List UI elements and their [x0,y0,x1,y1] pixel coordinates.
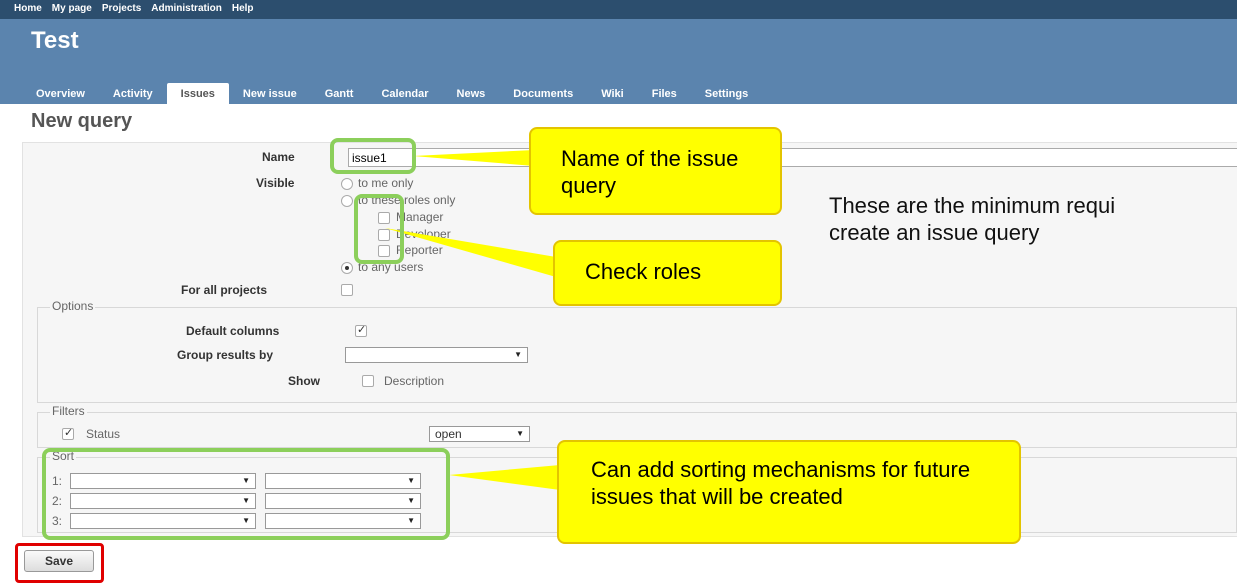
roles-callout: Check roles [553,240,782,306]
name-callout-pointer [413,150,534,166]
note-line-1: These are the minimum requi [829,193,1116,218]
sort-highlight-box [42,448,450,540]
roles-highlight-box [354,194,404,264]
minimum-requirements-note: These are the minimum requi create an is… [829,192,1115,246]
name-callout: Name of the issue query [529,127,782,215]
roles-callout-pointer [385,228,556,277]
note-line-2: create an issue query [829,220,1040,245]
name-highlight-box [330,138,416,174]
sort-callout-text: Can add sorting mechanisms for future is… [591,457,971,509]
sort-callout-pointer [449,465,560,490]
sort-callout: Can add sorting mechanisms for future is… [557,440,1021,544]
